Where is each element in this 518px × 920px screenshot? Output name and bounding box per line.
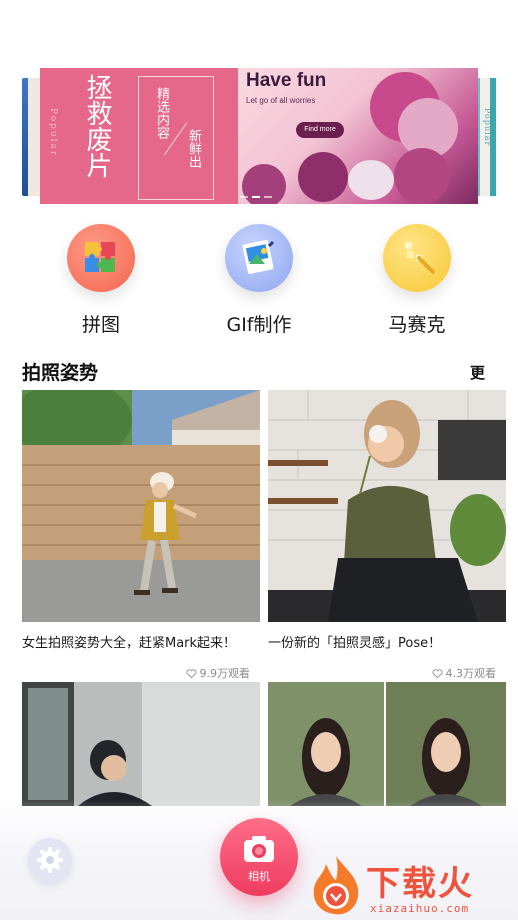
pose-card-title: 女生拍照姿势大全，赶紧Mark起来！: [22, 636, 237, 651]
pose-card-view-count: 9.9万观看: [199, 667, 251, 680]
pose-card-image[interactable]: [268, 390, 506, 622]
banner-peek-left[interactable]: [22, 78, 40, 196]
banner-shape: [394, 148, 450, 204]
section-more-button[interactable]: 更: [470, 362, 485, 383]
pose-card-title: 一份新的「拍照灵感」Pose！: [268, 636, 442, 651]
banner-dot-active: [252, 196, 260, 198]
banner-find-more-button[interactable]: Find more: [296, 122, 344, 138]
watermark-logo: 下载火 xiazaihuo.com: [306, 852, 518, 920]
pose-card[interactable]: [268, 682, 506, 806]
watermark-url: xiazaihuo.com: [370, 902, 470, 915]
pose-card-views: 9.9万观看: [22, 665, 260, 681]
section-title: 拍照姿势: [22, 362, 99, 384]
heart-icon: [186, 668, 196, 678]
banner-subtitle: Let go of all worries: [246, 96, 316, 105]
banner-vertical-title: 拯救废片: [82, 74, 112, 178]
banner-left-panel: Popular 拯救废片 精选内容 新鲜出: [40, 68, 238, 204]
camera-button[interactable]: 相机: [220, 818, 298, 896]
banner-peek-right[interactable]: Popular: [478, 78, 496, 196]
pose-card[interactable]: 女生拍照姿势大全，赶紧Mark起来！ 9.9万观看: [22, 390, 260, 681]
pose-card[interactable]: [22, 682, 260, 806]
banner-shape: [298, 152, 348, 202]
tool-puzzle-button[interactable]: 拼图: [41, 224, 161, 337]
heart-icon: [432, 668, 442, 678]
pose-card[interactable]: 一份新的「拍照灵感」Pose！ 4.3万观看: [268, 390, 506, 681]
gear-icon: [37, 847, 63, 873]
settings-button[interactable]: [28, 838, 72, 882]
pose-card-image[interactable]: [268, 682, 506, 806]
watermark-text: 下载火: [366, 864, 474, 904]
banner-sub-text-1: 精选内容: [154, 87, 169, 139]
tool-gif-button[interactable]: GIf制作: [199, 224, 319, 337]
banner-frame: 精选内容 新鲜出: [138, 76, 214, 200]
gif-image-icon: [225, 224, 293, 292]
pose-card-image[interactable]: [22, 682, 260, 806]
pose-card-image[interactable]: [22, 390, 260, 622]
banner-dot: [240, 196, 248, 198]
tool-mosaic-button[interactable]: 马赛克: [357, 224, 477, 337]
banner-shape: [348, 160, 394, 200]
tool-gif-label: GIf制作: [226, 314, 292, 336]
camera-label: 相机: [248, 871, 270, 883]
banner-slide-active[interactable]: Popular 拯救废片 精选内容 新鲜出 Have fun Let go of…: [40, 68, 478, 204]
banner-right-panel: Have fun Let go of all worries Find more: [238, 68, 478, 204]
banner-shape: [242, 164, 286, 204]
flame-logo-icon: [313, 856, 359, 915]
banner-popular-text: Popular: [48, 108, 58, 158]
mosaic-brush-icon: [383, 224, 451, 292]
banner-title: Have fun: [246, 70, 327, 91]
banner-peek-right-bar: [490, 78, 496, 196]
tool-puzzle-label: 拼图: [81, 314, 120, 336]
tool-mosaic-label: 马赛克: [388, 314, 446, 336]
banner-carousel[interactable]: Popular 拯救废片 精选内容 新鲜出 Have fun Let go of…: [0, 68, 518, 204]
quick-tools: 拼图 GIf制作 马赛克: [0, 224, 518, 344]
banner-sub-text-2: 新鲜出: [186, 129, 201, 168]
camera-icon: [244, 836, 274, 862]
banner-pagination: [240, 196, 272, 198]
puzzle-icon: [67, 224, 135, 292]
banner-peek-left-stripe: [28, 78, 40, 196]
pose-card-views: 4.3万观看: [268, 665, 506, 681]
pose-card-view-count: 4.3万观看: [445, 667, 497, 680]
banner-dot: [264, 196, 272, 198]
